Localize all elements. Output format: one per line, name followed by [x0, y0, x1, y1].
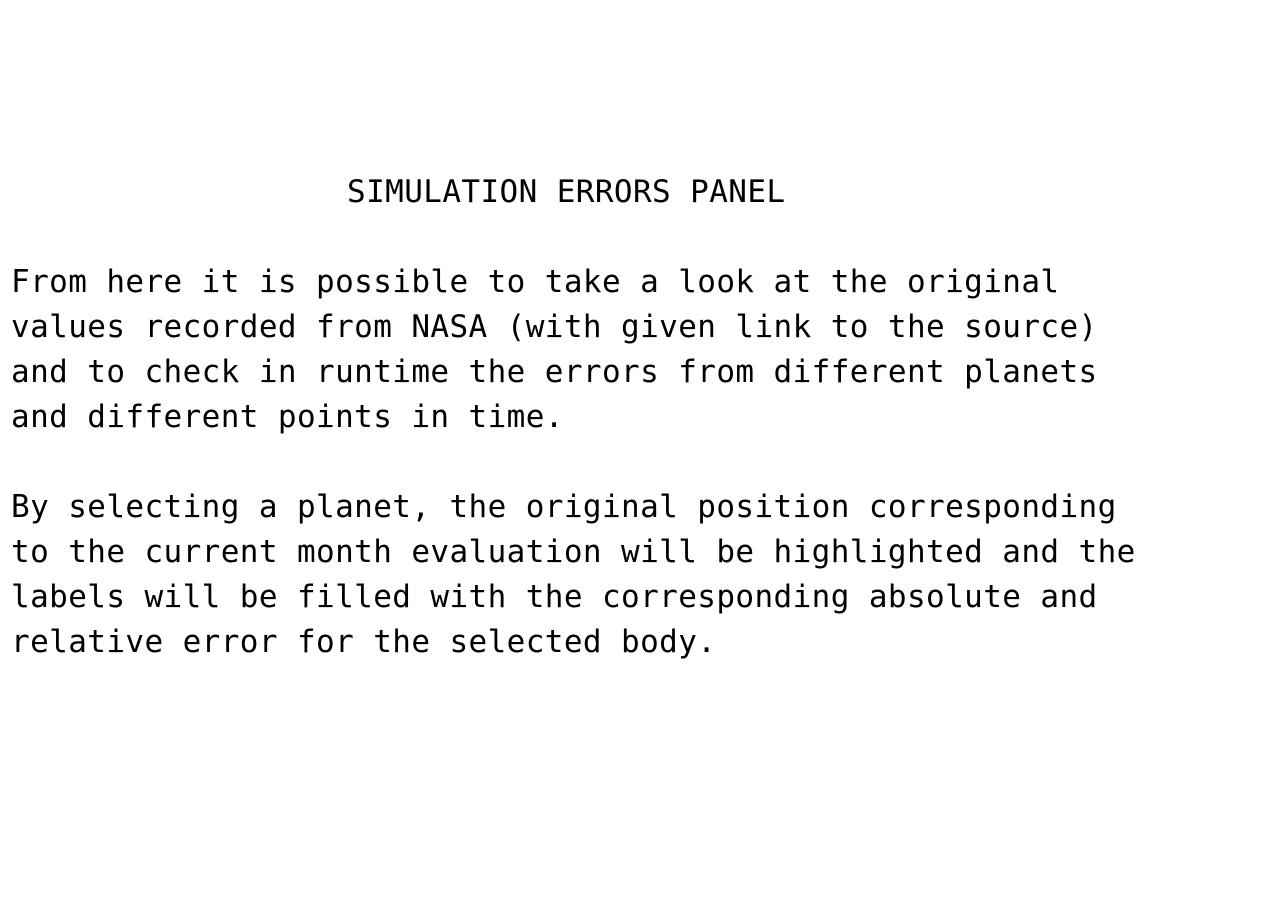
- document: SIMULATION ERRORS PANEL From here it is …: [11, 170, 1273, 665]
- paragraph-line: to the current month evaluation will be …: [11, 534, 1136, 570]
- paragraph-line: labels will be filled with the correspon…: [11, 579, 1098, 615]
- panel-title: SIMULATION ERRORS PANEL: [347, 174, 786, 210]
- paragraph-line: By selecting a planet, the original posi…: [11, 489, 1117, 525]
- paragraph-line: relative error for the selected body.: [11, 624, 717, 660]
- paragraph-selection: By selecting a planet, the original posi…: [11, 485, 1273, 665]
- paragraph-line: values recorded from NASA (with given li…: [11, 309, 1098, 345]
- paragraph-line: and different points in time.: [11, 399, 564, 435]
- paragraph-line: and to check in runtime the errors from …: [11, 354, 1098, 390]
- paragraph-line: From here it is possible to take a look …: [11, 264, 1060, 300]
- paragraph-intro: From here it is possible to take a look …: [11, 260, 1273, 440]
